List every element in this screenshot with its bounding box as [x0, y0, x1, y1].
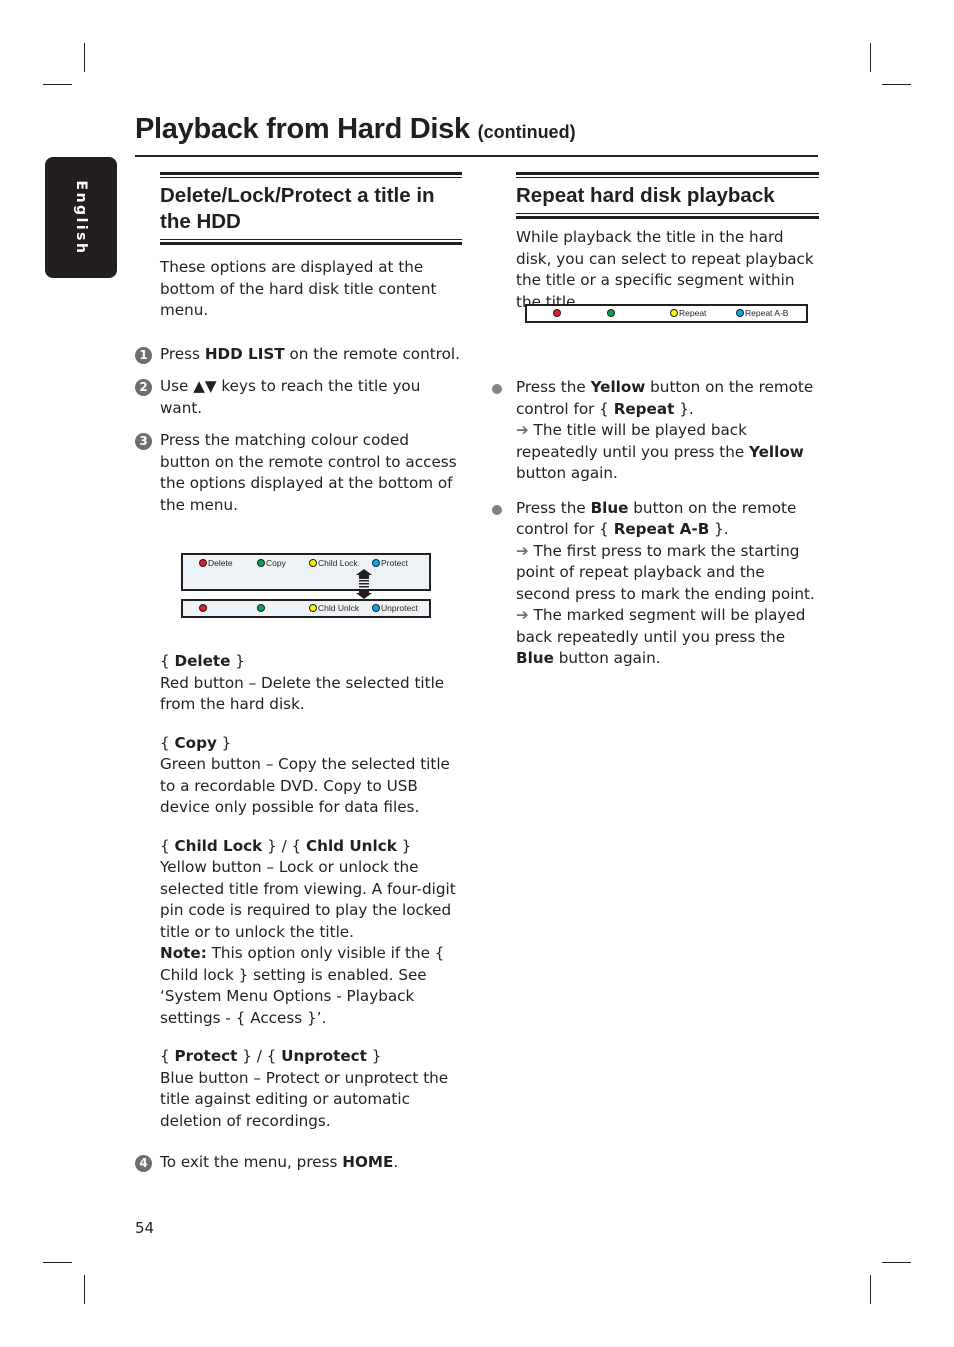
option-body: Green button – Copy the selected title t…	[160, 755, 450, 816]
page-number: 54	[135, 1219, 155, 1237]
menu-item-chld-unlck: Chld Unlck	[309, 603, 359, 614]
result-arrow-icon: ➔	[516, 421, 529, 439]
crop-mark	[870, 43, 871, 72]
step-4: 4 To exit the menu, press HOME.	[135, 1152, 462, 1174]
right-section: Repeat hard disk playback While playback…	[492, 172, 819, 670]
step-3: 3 Press the matching colour coded button…	[135, 430, 462, 516]
heading-rule	[160, 177, 462, 178]
step-number-icon: 3	[135, 433, 152, 450]
menu-item-delete: Delete	[199, 558, 233, 569]
heading-rule	[160, 242, 462, 245]
result-arrow-icon: ➔	[516, 606, 529, 624]
page-title: Playback from Hard Disk (continued)	[135, 113, 576, 146]
heading-rule	[160, 172, 462, 175]
step-text: Press the matching colour coded button o…	[160, 431, 457, 514]
green-button-icon	[607, 308, 615, 317]
language-tab: English	[45, 157, 117, 278]
intro-text: While playback the title in the hard dis…	[516, 228, 814, 311]
intro-text: These options are displayed at the botto…	[160, 258, 437, 319]
yellow-button-icon	[309, 603, 317, 612]
green-button-icon	[257, 558, 265, 567]
step-1: 1 Press HDD LIST on the remote control.	[135, 344, 462, 366]
blue-button-icon	[736, 308, 744, 317]
blue-button-icon	[372, 603, 380, 612]
result-arrow-icon: ➔	[516, 541, 529, 560]
yellow-button-icon	[309, 558, 317, 567]
heading-rule	[516, 172, 819, 175]
heading-rule	[516, 216, 819, 219]
heading-rule	[516, 213, 819, 214]
toggle-arrow-icon	[356, 569, 372, 599]
crop-mark	[84, 1275, 85, 1304]
section-heading-delete-lock-protect: Delete/Lock/Protect a title in the HDD	[160, 184, 435, 233]
red-button-icon	[199, 603, 207, 612]
crop-mark	[43, 84, 72, 85]
option-title: { Copy }	[160, 733, 232, 752]
option-body: Blue button – Protect or unprotect the t…	[160, 1068, 449, 1130]
option-child-lock: { Child Lock } / { Chld Unlck } Yellow b…	[160, 836, 462, 1030]
red-button-icon	[199, 558, 207, 567]
green-button-icon	[257, 603, 265, 612]
menu-illustration-bottom: Chld Unlck Unprotect	[181, 599, 431, 618]
option-delete: { Delete } Red button – Delete the selec…	[160, 651, 462, 716]
page-title-suffix: (continued)	[477, 122, 576, 142]
option-protect: { Protect } / { Unprotect } Blue button …	[160, 1046, 462, 1132]
language-tab-label: English	[73, 180, 89, 255]
step-text: Use	[160, 377, 194, 395]
menu-illustration-repeat: Repeat Repeat A-B	[525, 304, 808, 323]
step-text: To exit the menu, press	[160, 1153, 343, 1171]
crop-mark	[870, 1275, 871, 1304]
bullet-icon	[492, 384, 502, 394]
section-heading-repeat: Repeat hard disk playback	[516, 184, 775, 207]
page-title-text: Playback from Hard Disk	[135, 113, 470, 145]
option-body: Red button – Delete the selected title f…	[160, 673, 445, 714]
heading-rule	[160, 239, 462, 240]
menu-illustration-top: Delete Copy Child Lock Protect	[181, 553, 431, 591]
crop-mark	[43, 1262, 72, 1263]
step-text: on the remote control.	[284, 344, 460, 363]
menu-item-green	[257, 603, 266, 614]
bullet-repeat: Press the Yellow button on the remote co…	[492, 377, 819, 485]
menu-item-child-lock: Child Lock	[309, 558, 358, 569]
note-label: Note:	[160, 944, 207, 962]
left-section: Delete/Lock/Protect a title in the HDD T…	[135, 172, 462, 1174]
arrow-keys-icon: ▲▼	[193, 377, 217, 395]
step-number-icon: 4	[135, 1155, 152, 1172]
crop-mark	[84, 43, 85, 72]
menu-item-repeat: Repeat	[670, 308, 706, 319]
step-key: HOME	[342, 1153, 394, 1171]
title-rule	[135, 155, 818, 157]
menu-item-red	[553, 308, 562, 319]
step-2: 2 Use ▲▼ keys to reach the title you wan…	[135, 376, 462, 419]
step-text: Press	[160, 344, 205, 363]
menu-item-protect: Protect	[372, 558, 408, 569]
option-title: { Child Lock } / { Chld Unlck }	[160, 836, 412, 855]
step-number-icon: 1	[135, 346, 152, 364]
crop-mark	[882, 84, 911, 85]
yellow-button-icon	[670, 308, 678, 317]
crop-mark	[882, 1262, 911, 1263]
step-number-icon: 2	[135, 379, 152, 396]
heading-rule	[516, 177, 819, 178]
bullet-icon	[492, 504, 502, 515]
menu-item-unprotect: Unprotect	[372, 603, 418, 614]
menu-item-red	[199, 603, 208, 614]
option-copy: { Copy } Green button – Copy the selecte…	[160, 733, 462, 819]
menu-item-repeat-ab: Repeat A-B	[736, 308, 788, 319]
menu-item-green	[607, 308, 616, 319]
menu-item-copy: Copy	[257, 558, 286, 569]
step-key: HDD LIST	[204, 344, 285, 363]
option-title: { Delete }	[160, 652, 245, 670]
step-text: .	[393, 1153, 399, 1171]
blue-button-icon	[372, 558, 380, 567]
red-button-icon	[553, 308, 561, 317]
option-title: { Protect } / { Unprotect }	[160, 1047, 382, 1065]
bullet-repeat-ab: Press the Blue button on the remote cont…	[492, 498, 819, 670]
option-body: Yellow button – Lock or unlock the selec…	[160, 858, 456, 1027]
